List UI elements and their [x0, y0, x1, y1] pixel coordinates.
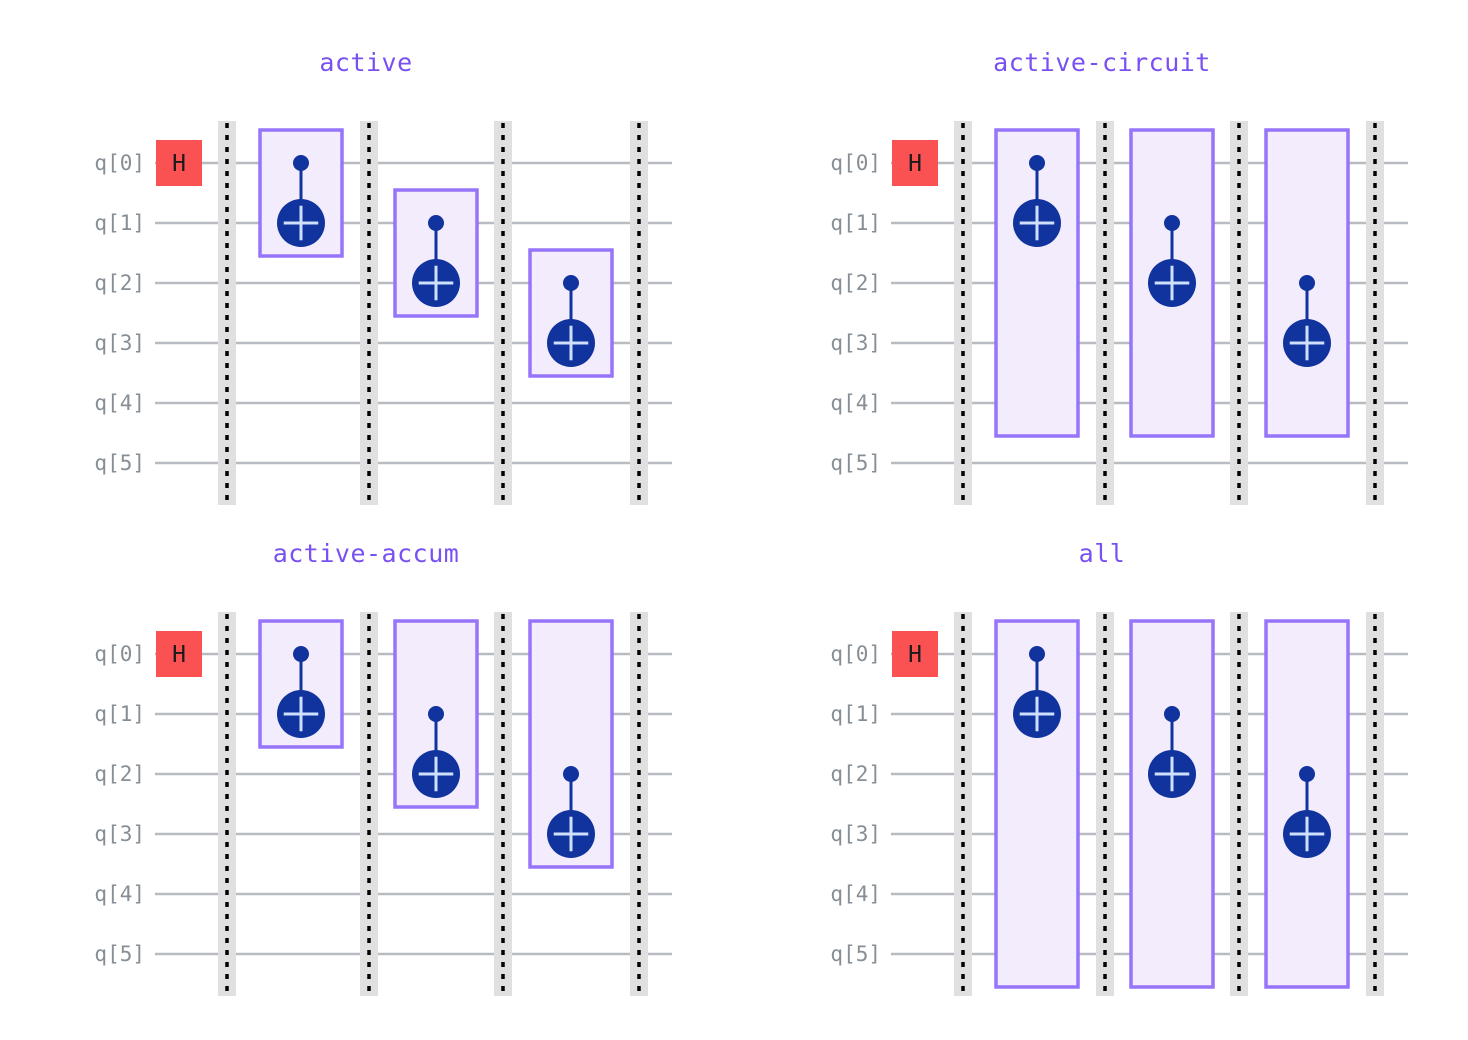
- qubit-label-3: q[3]: [94, 822, 145, 846]
- circuit-diagram-active-accum: q[0] q[1] q[2] q[3] q[4] q[5] H: [94, 612, 672, 996]
- qubit-label-1: q[1]: [94, 211, 145, 235]
- qubit-label-0: q[0]: [830, 642, 881, 666]
- qubit-label-3: q[3]: [94, 331, 145, 355]
- qubit-label-1: q[1]: [830, 211, 881, 235]
- cnot-control-0: [1029, 155, 1045, 171]
- cnot-control-0: [293, 155, 309, 171]
- cnot-control-1: [428, 706, 444, 722]
- panel-title-active-accum: active-accum: [272, 539, 460, 568]
- circuit-diagram-all: q[0] q[1] q[2] q[3] q[4] q[5] H: [830, 612, 1408, 996]
- quantum-circuit-figure: active q[0] q[1] q[2] q[3] q[4] q[5] Hactive-ci…: [0, 0, 1468, 1040]
- cnot-control-1: [1164, 215, 1180, 231]
- qubit-label-4: q[4]: [830, 882, 881, 906]
- hadamard-gate-label: H: [908, 642, 922, 668]
- cnot-control-2: [563, 275, 579, 291]
- qubit-label-4: q[4]: [94, 882, 145, 906]
- qubit-label-0: q[0]: [94, 151, 145, 175]
- cnot-control-0: [293, 646, 309, 662]
- circuit-panel-all: all q[0] q[1] q[2] q[3] q[4] q[5] H: [766, 539, 1438, 999]
- qubit-label-2: q[2]: [94, 762, 145, 786]
- circuit-panel-active: active q[0] q[1] q[2] q[3] q[4] q[5] H: [30, 48, 702, 508]
- qubit-label-5: q[5]: [830, 451, 881, 475]
- qubit-label-5: q[5]: [94, 942, 145, 966]
- qubit-label-2: q[2]: [830, 762, 881, 786]
- qubit-label-2: q[2]: [830, 271, 881, 295]
- cnot-control-2: [1299, 275, 1315, 291]
- circuit-panel-active-accum: active-accum q[0] q[1] q[2] q[3] q[4] q[5] H: [30, 539, 702, 999]
- circuit-diagram-active: q[0] q[1] q[2] q[3] q[4] q[5] H: [94, 121, 672, 505]
- qubit-label-5: q[5]: [94, 451, 145, 475]
- cnot-control-2: [563, 766, 579, 782]
- cnot-control-2: [1299, 766, 1315, 782]
- qubit-label-5: q[5]: [830, 942, 881, 966]
- qubit-label-1: q[1]: [830, 702, 881, 726]
- cnot-control-0: [1029, 646, 1045, 662]
- qubit-label-0: q[0]: [830, 151, 881, 175]
- hadamard-gate-label: H: [172, 151, 186, 177]
- qubit-label-3: q[3]: [830, 331, 881, 355]
- panel-title-active-circuit: active-circuit: [993, 48, 1211, 77]
- hadamard-gate-label: H: [908, 151, 922, 177]
- highlight-box-1: [1129, 619, 1215, 989]
- panel-title-active: active: [319, 48, 413, 77]
- qubit-label-4: q[4]: [94, 391, 145, 415]
- hadamard-gate-label: H: [172, 642, 186, 668]
- qubit-label-3: q[3]: [830, 822, 881, 846]
- circuit-panel-active-circuit: active-circuit q[0] q[1] q[2] q[3] q[4] q[5] H: [766, 48, 1438, 508]
- cnot-control-1: [1164, 706, 1180, 722]
- circuit-diagram-active-circuit: q[0] q[1] q[2] q[3] q[4] q[5] H: [830, 121, 1408, 505]
- qubit-label-4: q[4]: [830, 391, 881, 415]
- qubit-label-0: q[0]: [94, 642, 145, 666]
- qubit-label-1: q[1]: [94, 702, 145, 726]
- qubit-label-2: q[2]: [94, 271, 145, 295]
- cnot-control-1: [428, 215, 444, 231]
- panel-title-all: all: [1078, 539, 1126, 568]
